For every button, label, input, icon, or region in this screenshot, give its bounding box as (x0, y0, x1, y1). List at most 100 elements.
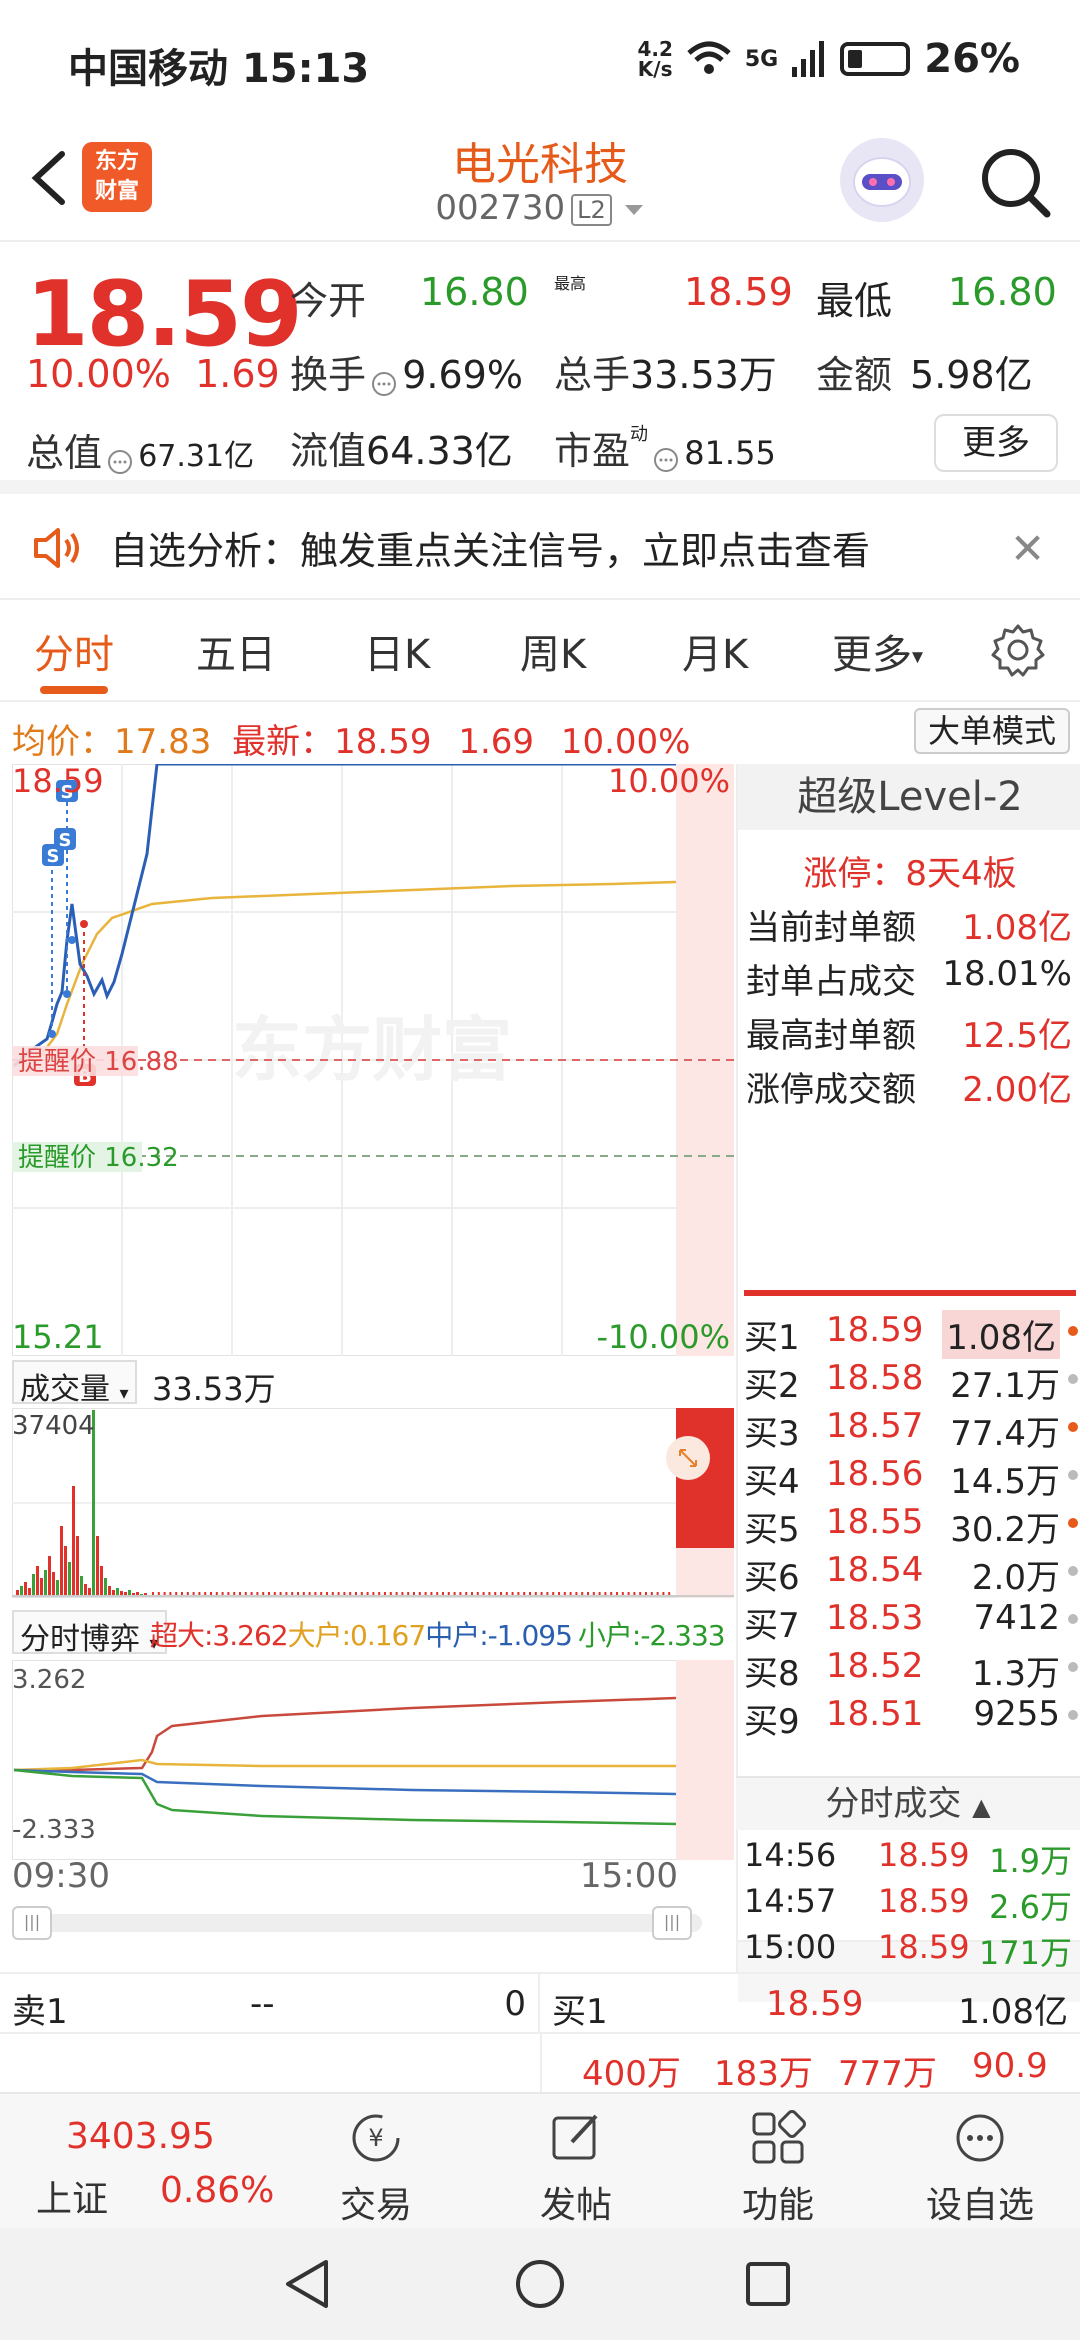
high-label: 最高 (554, 274, 587, 293)
close-icon[interactable]: ✕ (1010, 524, 1045, 573)
nav-functions[interactable]: 功能 (698, 2094, 858, 2230)
tab-monthly-k[interactable]: 月K (682, 622, 748, 680)
chart-top-pct: 10.00% (608, 764, 730, 800)
tick-row: 14:57 18.59 2.6万 (744, 1882, 1072, 1926)
volume-bar (52, 1572, 55, 1596)
alert-text[interactable]: 自选分析：触发重点关注信号，立即点击查看 (110, 520, 870, 575)
svg-text:¥: ¥ (368, 2124, 383, 2152)
volume: 总手33.53万 (554, 353, 777, 397)
volume-total: 33.53万 (152, 1370, 276, 1408)
volume-bar (44, 1570, 47, 1596)
info-icon (372, 371, 397, 396)
gear-icon[interactable] (990, 622, 1046, 678)
big-order-mode-button[interactable]: 大单模式 (914, 708, 1070, 754)
volume-bar (40, 1578, 43, 1596)
book-row[interactable]: 买2 18.58 27.1万 (738, 1356, 1080, 1406)
book-row[interactable]: 买1 18.59 1.08亿 (738, 1308, 1080, 1359)
volume-bar (24, 1582, 27, 1596)
book-row[interactable]: 买7 18.53 7412 (738, 1596, 1080, 1646)
volume-bar (100, 1566, 103, 1596)
volume-bar (96, 1536, 99, 1596)
book-row[interactable]: 买4 18.56 14.5万 (738, 1452, 1080, 1502)
status-bar: 中国移动 15:13 4.2 K/s 5G 26% (0, 0, 1080, 120)
volume-bar (36, 1566, 39, 1596)
flow-small: 小户:-2.333 (577, 1619, 726, 1652)
slider-handle-left[interactable]: ||| (12, 1906, 52, 1940)
tab-more[interactable]: 更多▾ (832, 622, 923, 680)
chart-top-price: 18.59 (12, 764, 104, 800)
flow-header: 分时博弈 ▾ 超大:3.262大户:0.167中户:-1.095 小户:-2.33… (12, 1610, 734, 1658)
volume-bar (28, 1588, 31, 1596)
edit-icon (552, 2114, 598, 2160)
level2-metric-label: 涨停成交额 (746, 1070, 916, 1110)
volume-bar (116, 1588, 119, 1596)
volume-chart[interactable]: 37404 (12, 1408, 734, 1598)
time-range-slider[interactable]: ||| ||| (12, 1906, 702, 1940)
nav-trade[interactable]: ¥ 交易 (296, 2094, 456, 2230)
level2-badge: L2 (571, 193, 612, 226)
analysis-alert-bar[interactable]: 自选分析：触发重点关注信号，立即点击查看 ✕ (0, 494, 1080, 600)
chart-bottom-pct: -10.00% (596, 1318, 730, 1356)
volume-bar (48, 1556, 51, 1596)
bottom-nav: 3403.95 上证 0.86% ¥ 交易 发帖 功能 设自选 (0, 2092, 1080, 2228)
system-recents-icon[interactable] (744, 2260, 792, 2308)
bottom-order-summary: 卖1 -- 0 买1 18.59 1.08亿 400万 183万 777万 90… (0, 1972, 1080, 2134)
book-row[interactable]: 买3 18.57 77.4万 (738, 1404, 1080, 1454)
search-icon[interactable] (975, 142, 1055, 222)
volume-bar (64, 1546, 67, 1596)
flow-top-value: 3.262 (12, 1665, 86, 1695)
volume-bar (108, 1586, 111, 1596)
signal-icon (792, 41, 825, 77)
level2-title[interactable]: 超级Level-2 (738, 764, 1080, 830)
book-row[interactable]: 买8 18.52 1.3万 (738, 1644, 1080, 1694)
battery-icon (840, 42, 911, 76)
flow-indicator-select[interactable]: 分时博弈 ▾ (12, 1610, 167, 1657)
tab-five-day[interactable]: 五日 (196, 622, 276, 680)
system-back-icon[interactable] (282, 2258, 332, 2310)
quote-panel: 18.59 10.00% 1.69 总值 67.31亿 今开 16.80 最高 … (0, 244, 1080, 494)
time-start: 09:30 (12, 1856, 110, 1896)
tab-intraday[interactable]: 分时 (34, 622, 114, 680)
pe-ratio: 市盈动 81.55 (554, 424, 776, 473)
level2-metric-label: 最高封单额 (746, 1016, 916, 1056)
slider-handle-right[interactable]: ||| (652, 1906, 692, 1940)
system-home-icon[interactable] (514, 2258, 566, 2310)
level2-metric-label: 当前封单额 (746, 908, 916, 948)
buy1-row: 买1 18.59 1.08亿 (540, 1974, 1080, 2034)
flow-bottom-value: -2.333 (12, 1815, 96, 1845)
time-end: 15:00 (580, 1856, 678, 1896)
book-row[interactable]: 买5 18.55 30.2万 (738, 1500, 1080, 1550)
turnover: 换手 9.69% (290, 353, 523, 397)
tab-daily-k[interactable]: 日K (364, 622, 430, 680)
chart-watermark: 东方财富 (232, 1009, 512, 1091)
tick-row: 15:00 18.59 171万 (744, 1928, 1072, 1972)
tick-list-title[interactable]: 分时成交 ▲ (736, 1776, 1080, 1830)
level2-metric-label: 封单占成交 (746, 962, 916, 1002)
sell-marker: S (59, 830, 72, 851)
alert-price-lower[interactable]: 提醒价 16.32 (18, 1143, 179, 1173)
tick-row: 14:56 18.59 1.9万 (744, 1836, 1072, 1880)
book-divider (744, 1290, 1076, 1296)
tab-weekly-k[interactable]: 周K (520, 622, 586, 680)
flow-mid: 中户:-1.095 (425, 1619, 573, 1652)
volume-bar (20, 1586, 23, 1596)
robot-assistant-icon[interactable] (840, 138, 924, 222)
more-button[interactable]: 更多 (934, 414, 1058, 472)
alert-price-upper[interactable]: 提醒价 16.88 (18, 1047, 179, 1077)
network-type: 5G (744, 46, 779, 72)
book-row[interactable]: 买6 18.54 2.0万 (738, 1548, 1080, 1598)
high-value: 18.59 (684, 270, 793, 314)
volume-bar (104, 1578, 107, 1596)
level2-metric-value: 12.5亿 (962, 1016, 1072, 1056)
trade-icon: ¥ (352, 2114, 400, 2162)
nav-add-watchlist[interactable]: 设自选 (900, 2094, 1060, 2230)
index-ticker[interactable]: 3403.95 上证 0.86% (22, 2094, 282, 2230)
low-label: 最低 (816, 279, 893, 323)
money-flow-chart[interactable]: 3.262 -2.333 (12, 1660, 734, 1860)
volume-indicator-select[interactable]: 成交量 ▾ (12, 1360, 137, 1407)
nav-post[interactable]: 发帖 (496, 2094, 656, 2230)
intraday-price-chart[interactable]: 东方财富 S S S B 提醒价 16.88 提醒价 16.32 18.59 1… (12, 764, 734, 1356)
book-row[interactable]: 买9 18.51 9255 (738, 1692, 1080, 1742)
chart-bottom-price: 15.21 (12, 1318, 104, 1356)
open-value: 16.80 (420, 270, 529, 314)
